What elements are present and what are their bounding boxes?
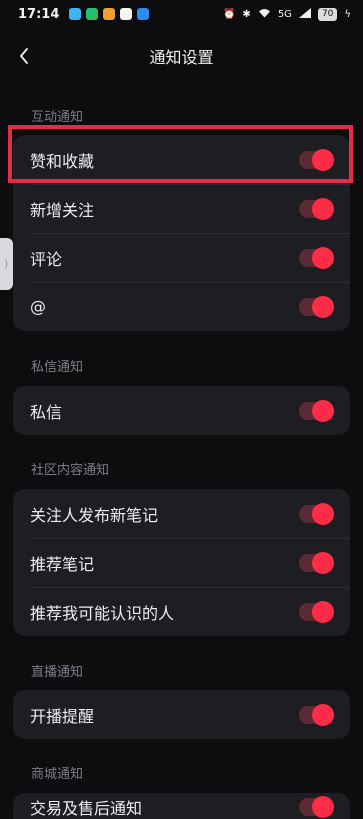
bluetooth-icon: ✱ xyxy=(242,8,251,20)
setting-row-comments[interactable]: 评论 xyxy=(13,233,350,282)
card-community: 关注人发布新笔记 推荐笔记 推荐我可能认识的人 xyxy=(13,489,350,636)
highlight-box xyxy=(8,125,353,183)
toggle-knob xyxy=(312,246,334,269)
toggle-switch[interactable] xyxy=(299,246,334,269)
notification-icons xyxy=(69,8,150,20)
toggle-switch[interactable] xyxy=(299,197,334,220)
toggle-knob xyxy=(312,502,334,525)
toggle-knob xyxy=(312,295,334,318)
toggle-switch[interactable] xyxy=(299,502,334,525)
wifi-icon xyxy=(258,8,271,21)
toggle-knob xyxy=(312,551,334,574)
status-time: 17:14 xyxy=(18,6,60,22)
header: 通知设置 xyxy=(0,36,363,76)
chevron-right-icon: ⟩ xyxy=(4,258,9,270)
setting-row-new-followers[interactable]: 新增关注 xyxy=(13,184,350,233)
toggle-knob xyxy=(312,600,334,623)
setting-label: 推荐笔记 xyxy=(30,554,95,574)
toggle-knob xyxy=(312,399,334,422)
setting-row-people-you-may-know[interactable]: 推荐我可能认识的人 xyxy=(13,587,350,636)
setting-label: 关注人发布新笔记 xyxy=(30,505,159,525)
toggle-switch[interactable] xyxy=(299,795,334,818)
page-title: 通知设置 xyxy=(149,48,214,67)
section-title-community: 社区内容通知 xyxy=(31,463,110,478)
signal-icon xyxy=(298,7,311,21)
setting-label: 推荐我可能认识的人 xyxy=(30,603,175,623)
card-mall: 交易及售后通知 xyxy=(13,793,350,819)
section-title-mall: 商城通知 xyxy=(31,767,84,782)
setting-row-recommended-notes[interactable]: 推荐笔记 xyxy=(13,538,350,587)
toggle-switch[interactable] xyxy=(299,551,334,574)
setting-label: 私信 xyxy=(30,402,63,422)
app-notification-icon xyxy=(103,8,116,20)
toggle-switch[interactable] xyxy=(299,600,334,623)
setting-label: 新增关注 xyxy=(30,200,95,220)
toggle-knob xyxy=(312,197,334,220)
setting-label: 交易及售后通知 xyxy=(30,798,143,818)
app-notification-icon xyxy=(86,8,99,20)
charging-icon: ϟ xyxy=(344,8,351,20)
setting-label: 评论 xyxy=(30,249,63,269)
alarm-icon: ⏰ xyxy=(222,8,236,20)
setting-row-direct-messages[interactable]: 私信 xyxy=(13,386,350,435)
toggle-knob xyxy=(312,703,334,726)
side-drawer-handle[interactable]: ⟩ xyxy=(0,238,13,290)
network-label: 5G xyxy=(277,8,292,20)
section-title-messages: 私信通知 xyxy=(31,360,84,375)
setting-row-live-reminder[interactable]: 开播提醒 xyxy=(13,690,350,739)
app-notification-icon xyxy=(120,8,133,20)
app-notification-icon xyxy=(137,8,150,20)
setting-row-transaction-aftersales[interactable]: 交易及售后通知 xyxy=(13,793,350,819)
setting-label: 开播提醒 xyxy=(30,706,95,726)
chevron-left-icon xyxy=(20,48,28,64)
section-title-live: 直播通知 xyxy=(31,665,84,680)
toggle-switch[interactable] xyxy=(299,703,334,726)
toggle-switch[interactable] xyxy=(299,295,334,318)
status-right: ⏰ ✱ 5G 70 ϟ xyxy=(222,7,351,21)
battery-icon: 70 xyxy=(317,7,338,21)
app-notification-icon xyxy=(69,8,82,20)
status-bar: 17:14 ⏰ ✱ 5G 70 ϟ xyxy=(0,0,363,28)
setting-row-mentions[interactable]: @ xyxy=(13,282,350,331)
card-live: 开播提醒 xyxy=(13,690,350,739)
setting-row-followed-new-notes[interactable]: 关注人发布新笔记 xyxy=(13,489,350,538)
toggle-knob xyxy=(312,795,334,818)
setting-label: @ xyxy=(30,297,46,316)
toggle-switch[interactable] xyxy=(299,399,334,422)
back-button[interactable] xyxy=(10,42,38,70)
section-title-interaction: 互动通知 xyxy=(31,110,84,125)
card-messages: 私信 xyxy=(13,386,350,435)
